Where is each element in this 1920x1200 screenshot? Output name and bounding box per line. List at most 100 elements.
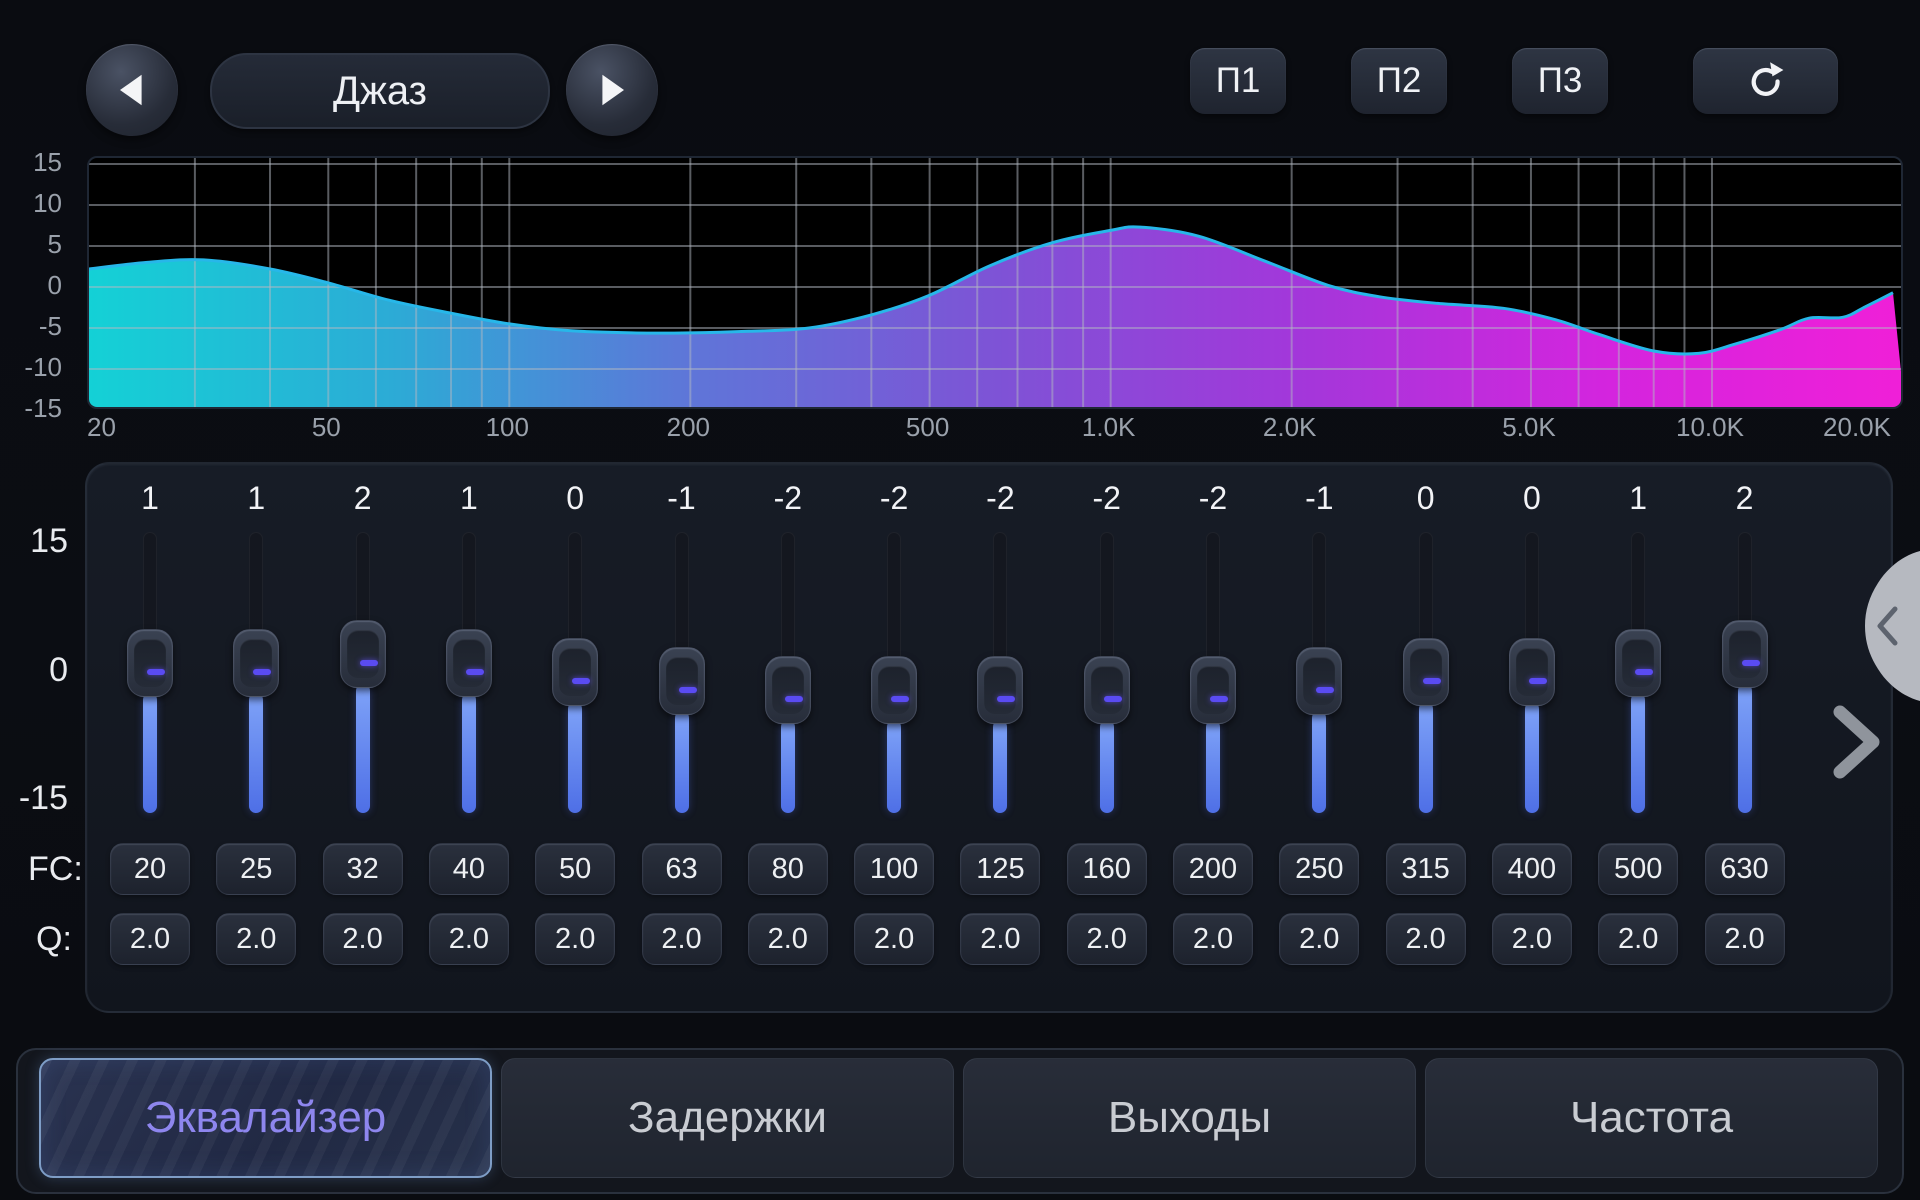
band-q-button[interactable]: 2.0: [1067, 913, 1147, 965]
band-q-button[interactable]: 2.0: [1705, 913, 1785, 965]
band-gain-value: 0: [1479, 480, 1585, 517]
band-gain-slider-fill: [143, 693, 157, 813]
eq-response-plot: [87, 156, 1903, 409]
band-gain-value: -2: [947, 480, 1053, 517]
band-fc-button[interactable]: 250: [1279, 843, 1359, 895]
band-q-button[interactable]: 2.0: [110, 913, 190, 965]
memory-button-p3[interactable]: П3: [1512, 48, 1608, 114]
slider-thumb-dash-icon: [785, 696, 803, 702]
band-gain-slider-thumb[interactable]: [765, 656, 811, 724]
x-tick-label: 20: [87, 412, 116, 442]
band-gain-slider-thumb[interactable]: [1403, 638, 1449, 706]
band-column: 03152.0: [1373, 462, 1479, 1013]
preset-prev-button[interactable]: [86, 44, 178, 136]
band-column: -2 125 2.0: [947, 462, 1053, 1013]
band-q-button[interactable]: 2.0: [1173, 913, 1253, 965]
band-fc-button[interactable]: 32: [323, 843, 403, 895]
x-tick-label: 200: [618, 412, 758, 442]
x-tick-label: 100: [437, 412, 577, 442]
scroll-bands-right-button[interactable]: [1828, 703, 1884, 781]
band-gain-value: -1: [1266, 480, 1372, 517]
band-fc-button[interactable]: 40: [429, 843, 509, 895]
band-gain-slider-thumb[interactable]: [340, 620, 386, 688]
bottom-tab-bar: ЭквалайзерЗадержки Выходы Частота: [16, 1048, 1904, 1194]
band-fc-button[interactable]: 200: [1173, 843, 1253, 895]
band-column: 15002.0: [1585, 462, 1691, 1013]
band-q-button[interactable]: 2.0: [1386, 913, 1466, 965]
band-fc-button[interactable]: 630: [1705, 843, 1785, 895]
slider-thumb-inner: [134, 639, 166, 687]
band-q-button[interactable]: 2.0: [216, 913, 296, 965]
band-column: -1632.0: [629, 462, 735, 1013]
band-gain-slider-thumb[interactable]: [977, 656, 1023, 724]
band-fc-button[interactable]: 63: [642, 843, 722, 895]
preset-name: Джаз: [333, 69, 427, 114]
band-gain-value: 2: [1692, 480, 1798, 517]
band-fc-button[interactable]: 25: [216, 843, 296, 895]
drawer-handle[interactable]: [1856, 545, 1920, 707]
preset-selector[interactable]: Джаз: [210, 53, 550, 129]
slider-thumb-dash-icon: [1316, 687, 1334, 693]
band-gain-slider-thumb[interactable]: [1722, 620, 1768, 688]
memory-button-p1[interactable]: П1: [1190, 48, 1286, 114]
band-fc-button[interactable]: 100: [854, 843, 934, 895]
band-q-button[interactable]: 2.0: [1279, 913, 1359, 965]
band-gain-slider-thumb[interactable]: [233, 629, 279, 697]
band-q-button[interactable]: 2.0: [1598, 913, 1678, 965]
refresh-icon: [1744, 59, 1788, 103]
band-q-button[interactable]: 2.0: [323, 913, 403, 965]
band-q-button[interactable]: 2.0: [748, 913, 828, 965]
band-gain-value: 0: [522, 480, 628, 517]
band-column: 0 50 2.0: [522, 462, 628, 1013]
tab-delays[interactable]: Задержки: [501, 1058, 954, 1178]
memory-button-p2[interactable]: П2: [1351, 48, 1447, 114]
band-q-button[interactable]: 2.0: [429, 913, 509, 965]
slider-thumb-dash-icon: [1423, 678, 1441, 684]
band-fc-button[interactable]: 400: [1492, 843, 1572, 895]
band-gain-slider-thumb[interactable]: [552, 638, 598, 706]
tab-label: Выходы: [1108, 1093, 1271, 1143]
band-q-button[interactable]: 2.0: [1492, 913, 1572, 965]
reset-button[interactable]: [1693, 48, 1838, 114]
band-gain-slider-thumb[interactable]: [871, 656, 917, 724]
slider-thumb-dash-icon: [679, 687, 697, 693]
band-gain-value: -2: [1054, 480, 1160, 517]
slider-thumb-dash-icon: [1210, 696, 1228, 702]
x-tick-label: 500: [858, 412, 998, 442]
tab-frequency[interactable]: Частота: [1425, 1058, 1878, 1178]
band-gain-slider-thumb[interactable]: [1084, 656, 1130, 724]
fc-row-label: FC:: [28, 850, 83, 889]
band-gain-slider-thumb[interactable]: [1509, 638, 1555, 706]
band-q-button[interactable]: 2.0: [854, 913, 934, 965]
band-gain-slider-thumb[interactable]: [446, 629, 492, 697]
band-q-button[interactable]: 2.0: [535, 913, 615, 965]
band-gain-slider-thumb[interactable]: [1296, 647, 1342, 715]
y-tick-label: 15: [2, 146, 62, 178]
band-gain-slider-thumb[interactable]: [659, 647, 705, 715]
tab-outputs[interactable]: Выходы: [963, 1058, 1416, 1178]
preset-next-button[interactable]: [566, 44, 658, 136]
chevron-right-icon: [1840, 712, 1873, 772]
tab-equalizer[interactable]: Эквалайзер: [39, 1058, 492, 1178]
band-fc-button[interactable]: 80: [748, 843, 828, 895]
band-gain-slider-thumb[interactable]: [127, 629, 173, 697]
slider-thumb-inner: [1622, 639, 1654, 687]
band-gain-slider-thumb[interactable]: [1190, 656, 1236, 724]
band-gain-slider-fill: [462, 693, 476, 813]
band-column: -2 160 2.0: [1054, 462, 1160, 1013]
band-fc-button[interactable]: 500: [1598, 843, 1678, 895]
band-fc-button[interactable]: 160: [1067, 843, 1147, 895]
band-fc-button[interactable]: 20: [110, 843, 190, 895]
band-fc-button[interactable]: 50: [535, 843, 615, 895]
band-column: -2802.0: [735, 462, 841, 1013]
q-row-label: Q:: [36, 920, 72, 959]
band-q-button[interactable]: 2.0: [960, 913, 1040, 965]
y-tick-label: 5: [2, 228, 62, 260]
slider-thumb-dash-icon: [1742, 660, 1760, 666]
band-fc-button[interactable]: 125: [960, 843, 1040, 895]
slider-thumb-dash-icon: [572, 678, 590, 684]
eq-curve-chart: [89, 158, 1903, 409]
band-q-button[interactable]: 2.0: [642, 913, 722, 965]
band-gain-slider-thumb[interactable]: [1615, 629, 1661, 697]
band-fc-button[interactable]: 315: [1386, 843, 1466, 895]
